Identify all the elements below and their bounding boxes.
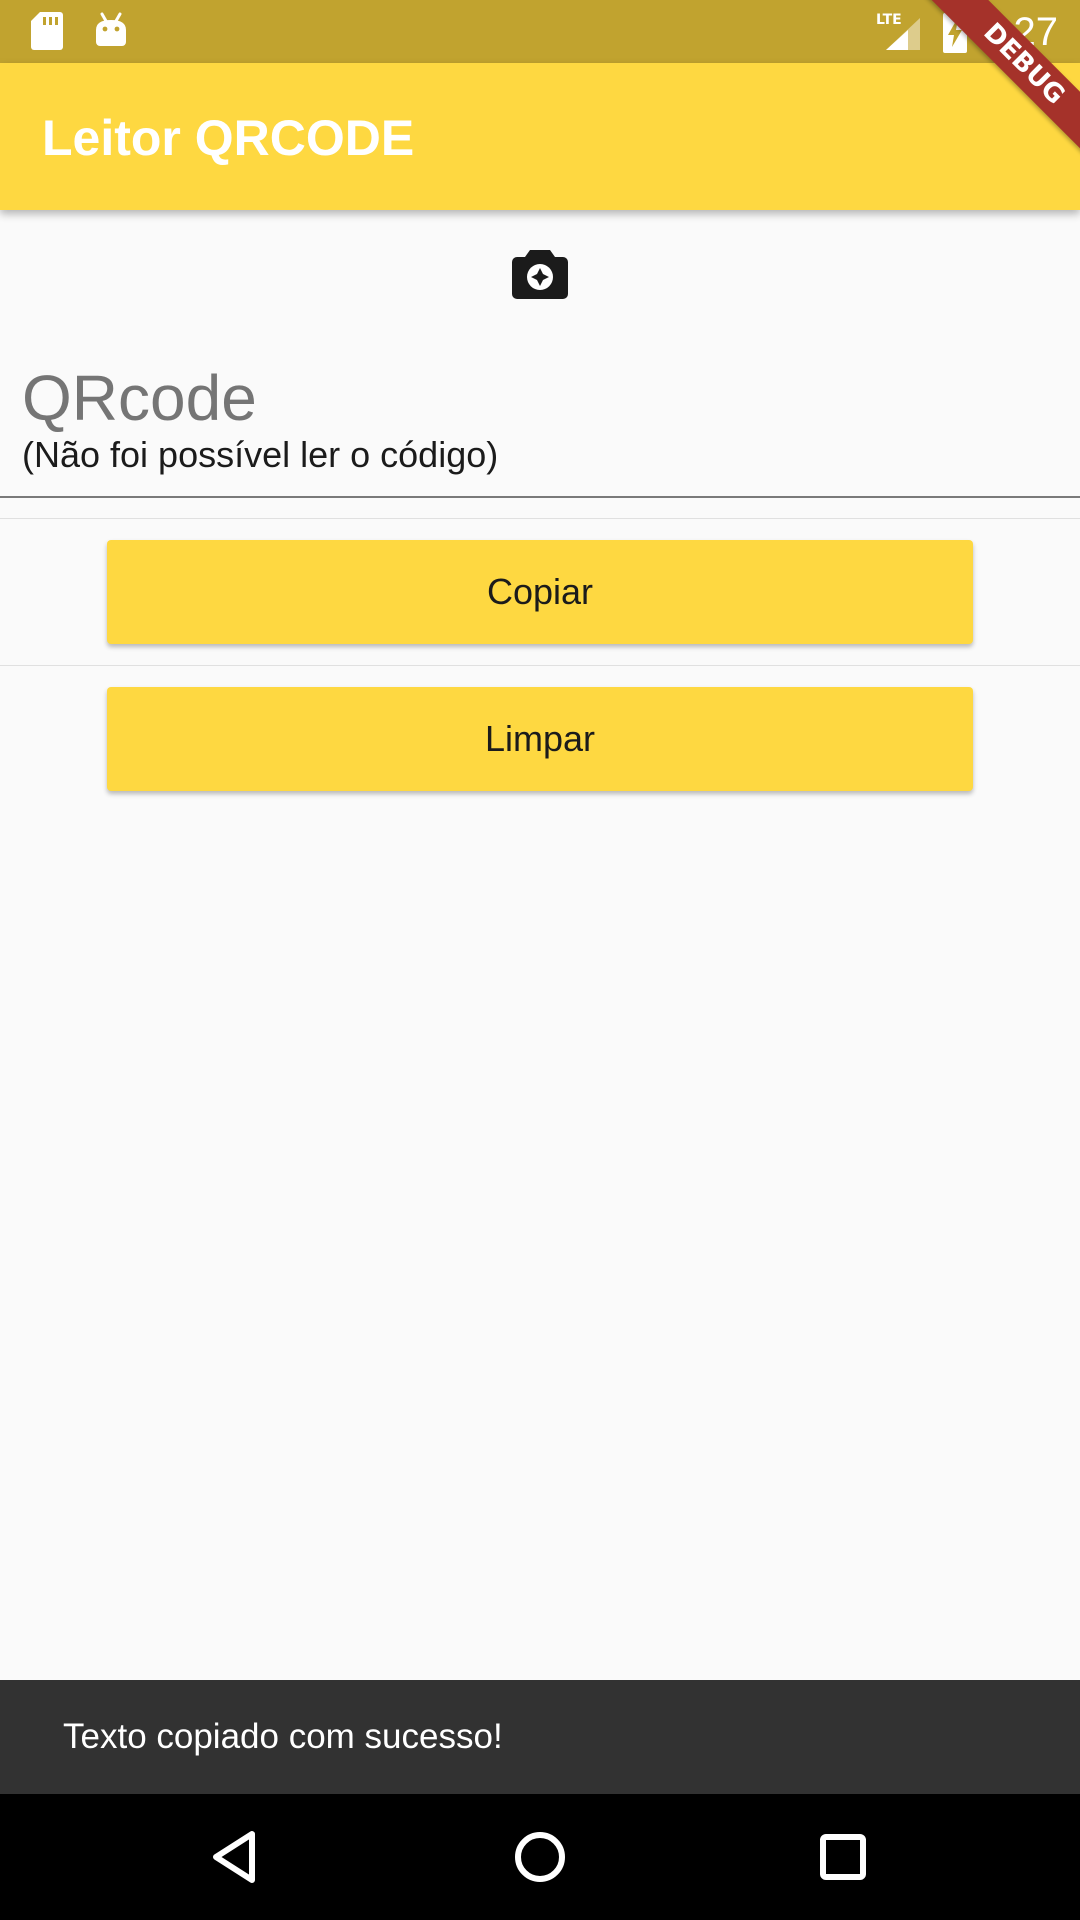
qrcode-field[interactable]: QRcode (Não foi possível ler o código) <box>0 345 1080 498</box>
snackbar-message: Texto copiado com sucesso! <box>63 1717 503 1756</box>
status-time: 9:27 <box>980 10 1058 54</box>
navigation-bar <box>0 1794 1080 1920</box>
qrcode-label: QRcode <box>22 362 257 434</box>
field-underline <box>0 496 1080 498</box>
divider <box>0 518 1080 519</box>
battery-charging-icon <box>943 9 967 53</box>
qrcode-value[interactable]: (Não foi possível ler o código) <box>22 433 498 477</box>
home-icon[interactable] <box>505 1822 575 1892</box>
scan-camera-button[interactable] <box>510 246 570 302</box>
lte-signal-icon: LTE <box>876 12 920 50</box>
back-icon[interactable] <box>202 1822 272 1892</box>
divider <box>0 665 1080 666</box>
sd-card-icon <box>31 12 63 50</box>
svg-text:LTE: LTE <box>876 12 902 28</box>
snackbar: Texto copiado com sucesso! <box>0 1680 1080 1794</box>
recents-icon[interactable] <box>808 1822 878 1892</box>
app-bar: Leitor QRCODE <box>0 63 1080 210</box>
clear-button[interactable]: Limpar <box>107 687 973 791</box>
android-debug-icon <box>96 12 126 46</box>
camera-icon <box>512 250 568 299</box>
status-bar: LTE 9:27 <box>0 0 1080 63</box>
copy-button[interactable]: Copiar <box>107 540 973 644</box>
page-title: Leitor QRCODE <box>42 110 415 166</box>
